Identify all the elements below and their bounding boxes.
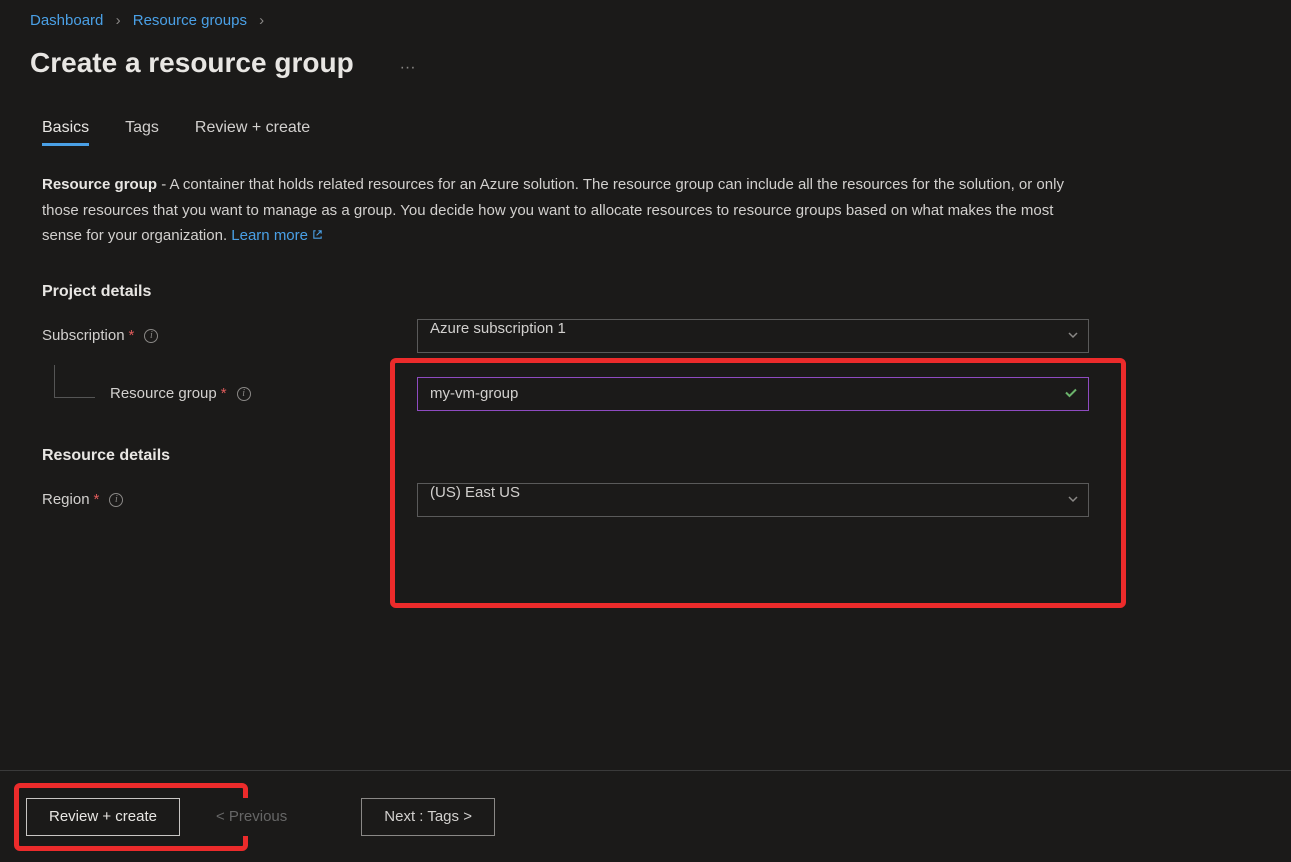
required-asterisk-icon: * <box>94 491 100 508</box>
checkmark-icon <box>1063 384 1079 403</box>
page-title: Create a resource group <box>0 29 384 79</box>
region-select[interactable]: (US) East US <box>417 483 1089 517</box>
required-asterisk-icon: * <box>129 327 135 344</box>
subscription-label: Subscription * i <box>42 327 417 344</box>
info-icon[interactable]: i <box>144 329 158 343</box>
breadcrumb-dashboard[interactable]: Dashboard <box>30 12 103 29</box>
learn-more-link[interactable]: Learn more <box>231 227 323 244</box>
next-button[interactable]: Next : Tags > <box>361 798 495 836</box>
external-link-icon <box>312 228 323 247</box>
chevron-right-icon: › <box>259 12 264 29</box>
more-actions-button[interactable]: ··· <box>400 59 416 77</box>
description-body: - A container that holds related resourc… <box>42 176 1064 244</box>
resource-group-label: Resource group * i <box>42 385 417 402</box>
tab-basics[interactable]: Basics <box>42 119 89 146</box>
chevron-right-icon: › <box>116 12 121 29</box>
required-asterisk-icon: * <box>221 385 227 402</box>
review-create-button[interactable]: Review + create <box>26 798 180 836</box>
previous-button[interactable]: < Previous <box>194 798 309 836</box>
tab-tags[interactable]: Tags <box>125 119 159 146</box>
section-project-details: Project details <box>42 283 1249 301</box>
description-lead: Resource group <box>42 176 157 193</box>
tab-bar: Basics Tags Review + create <box>42 119 1249 146</box>
breadcrumb: Dashboard › Resource groups › <box>0 0 1291 29</box>
subscription-select[interactable]: Azure subscription 1 <box>417 319 1089 353</box>
info-icon[interactable]: i <box>109 493 123 507</box>
wizard-footer: Review + create < Previous Next : Tags > <box>0 770 1291 862</box>
info-icon[interactable]: i <box>237 387 251 401</box>
tab-review-create[interactable]: Review + create <box>195 119 310 146</box>
description-text: Resource group - A container that holds … <box>42 172 1092 249</box>
section-resource-details: Resource details <box>42 447 1249 465</box>
region-label: Region * i <box>42 491 417 508</box>
resource-group-input[interactable] <box>417 377 1089 411</box>
breadcrumb-resource-groups[interactable]: Resource groups <box>133 12 247 29</box>
